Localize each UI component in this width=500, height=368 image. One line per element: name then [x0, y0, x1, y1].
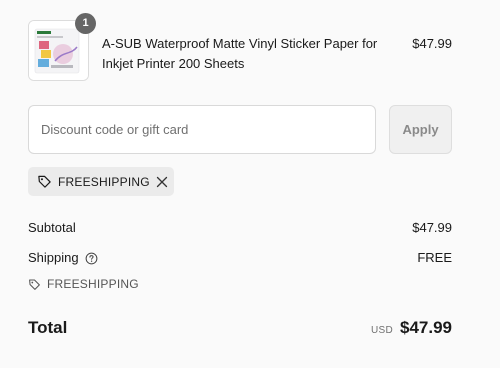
applied-discount-tag: FREESHIPPING	[28, 167, 174, 196]
discount-code-label: FREESHIPPING	[47, 277, 139, 291]
shipping-label: Shipping	[28, 250, 79, 265]
product-price: $47.99	[412, 36, 452, 51]
line-item: 1 A-SUB Waterproof Matte Vinyl Sticker P…	[28, 13, 452, 82]
total-amount: $47.99	[400, 318, 452, 337]
shipping-row: Shipping FREE	[28, 249, 452, 267]
tag-icon	[37, 174, 52, 189]
tag-icon	[28, 278, 41, 291]
subtotal-value: $47.99	[412, 220, 452, 235]
subtotal-row: Subtotal $47.99	[28, 219, 452, 237]
close-icon[interactable]	[156, 176, 168, 188]
apply-button[interactable]: Apply	[389, 105, 452, 154]
quantity-badge: 1	[75, 13, 96, 34]
question-circle-icon[interactable]	[85, 252, 98, 265]
currency-code: USD	[370, 325, 393, 336]
discount-row: FREESHIPPING	[28, 275, 452, 296]
shipping-value: FREE	[417, 250, 452, 265]
total-label: Total	[28, 318, 68, 337]
subtotal-label: Subtotal	[28, 220, 76, 235]
product-title: A-SUB Waterproof Matte Vinyl Sticker Pap…	[102, 36, 378, 71]
applied-discount-code: FREESHIPPING	[58, 174, 150, 189]
total-row: Total USD $47.99	[28, 317, 452, 341]
discount-code-input[interactable]	[28, 105, 376, 154]
order-summary: 1 A-SUB Waterproof Matte Vinyl Sticker P…	[0, 0, 500, 368]
